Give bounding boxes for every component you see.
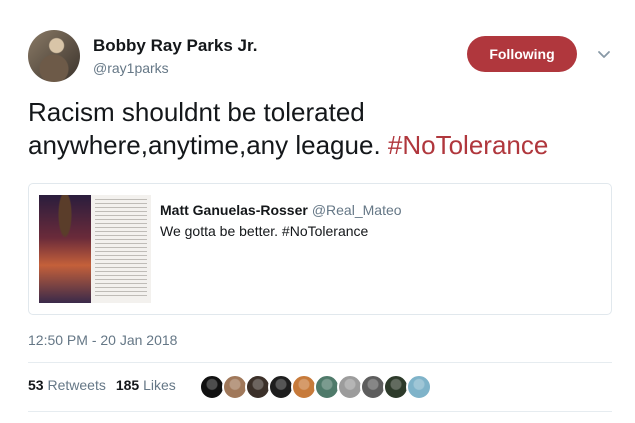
retweets-count: 53 bbox=[28, 377, 44, 393]
player-photo bbox=[39, 195, 91, 303]
following-button[interactable]: Following bbox=[467, 36, 577, 72]
quoted-tweet-image[interactable] bbox=[39, 195, 151, 303]
quoted-author-handle: @Real_Mateo bbox=[311, 202, 402, 218]
quoted-author-name: Matt Ganuelas-Rosser bbox=[160, 202, 308, 218]
divider-bottom bbox=[28, 411, 612, 412]
retweets-label: Retweets bbox=[47, 377, 106, 393]
author-name[interactable]: Bobby Ray Parks Jr. bbox=[93, 36, 257, 56]
divider-top bbox=[28, 362, 612, 363]
tweet-text: Racism shouldnt be tolerated anywhere,an… bbox=[28, 96, 618, 162]
liker-avatar[interactable] bbox=[406, 374, 432, 400]
statement-text-image bbox=[95, 199, 147, 299]
tweet-stats: 53 Retweets 185 Likes bbox=[28, 377, 176, 393]
quoted-author: Matt Ganuelas-Rosser @Real_Mateo bbox=[160, 202, 402, 218]
quoted-tweet-card[interactable]: Matt Ganuelas-Rosser @Real_Mateo We gotta… bbox=[28, 183, 612, 315]
author-handle[interactable]: @ray1parks bbox=[93, 60, 169, 76]
quoted-tweet-text: We gotta be better. #NoTolerance bbox=[160, 223, 369, 239]
likes-stat[interactable]: 185 Likes bbox=[116, 377, 176, 393]
likes-label: Likes bbox=[143, 377, 176, 393]
tweet-body: Racism shouldnt be tolerated anywhere,an… bbox=[28, 97, 388, 160]
chevron-down-icon[interactable] bbox=[596, 46, 612, 62]
retweets-stat[interactable]: 53 Retweets bbox=[28, 377, 106, 393]
tweet-timestamp[interactable]: 12:50 PM - 20 Jan 2018 bbox=[28, 332, 177, 348]
tweet-hashtag[interactable]: #NoTolerance bbox=[388, 130, 548, 160]
likes-count: 185 bbox=[115, 377, 140, 393]
author-avatar[interactable] bbox=[28, 30, 80, 82]
